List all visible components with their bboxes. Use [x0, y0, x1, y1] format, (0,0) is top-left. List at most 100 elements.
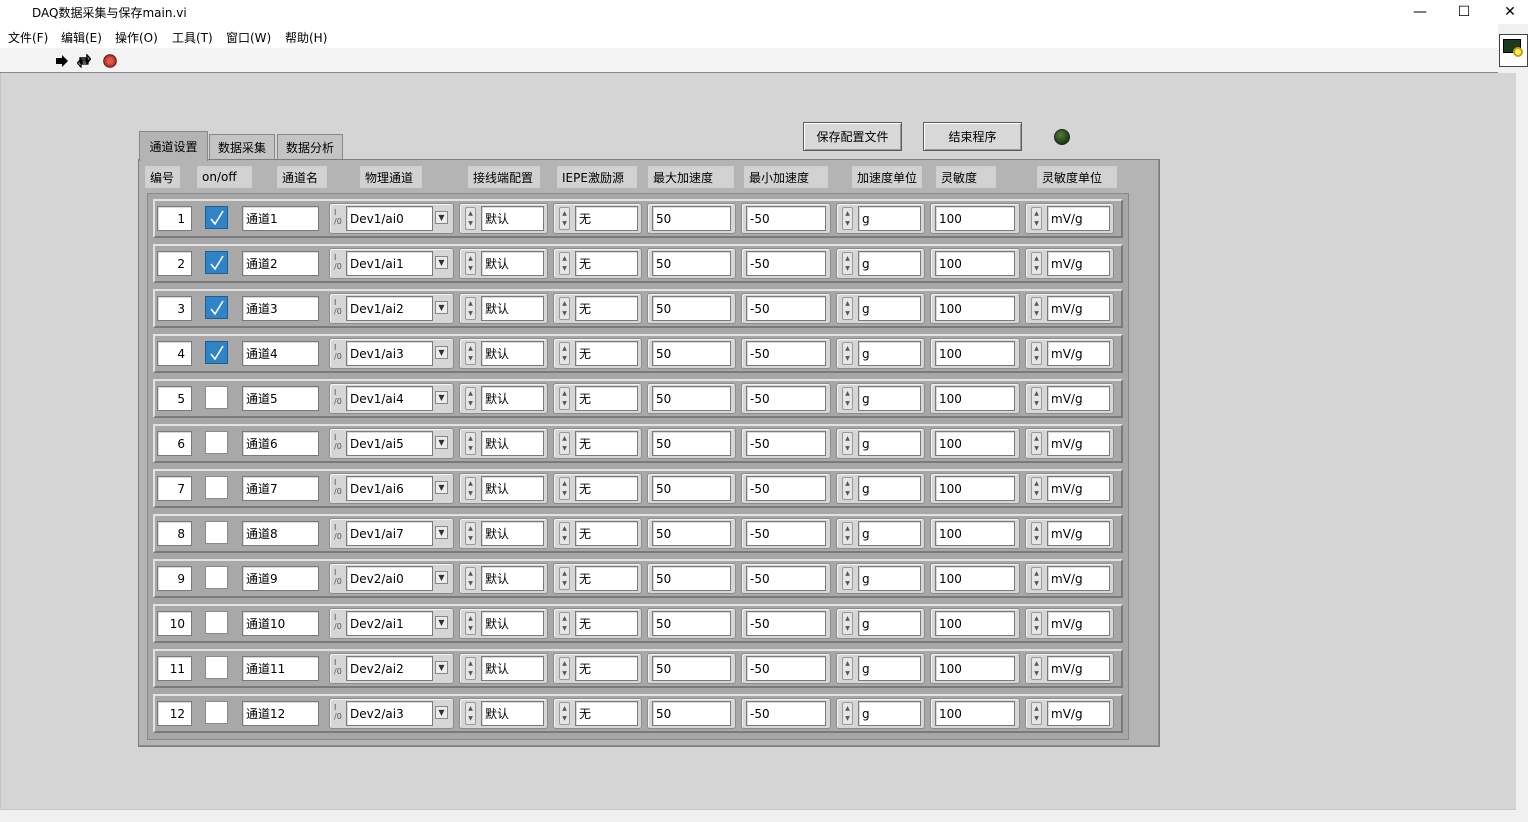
channel-enable-checkbox[interactable] — [205, 656, 228, 679]
channel-name-field[interactable]: 通道10 — [242, 611, 319, 636]
accel-unit-value[interactable]: g — [858, 656, 921, 681]
terminal-config-value[interactable]: 默认 — [481, 656, 544, 681]
accel-unit-value[interactable]: g — [858, 206, 921, 231]
accel-unit-ring[interactable]: ▲ ▼ g — [836, 563, 925, 594]
spin-arrows-icon[interactable]: ▲ ▼ — [1031, 657, 1042, 680]
channel-enable-checkbox[interactable] — [205, 521, 228, 544]
terminal-config-value[interactable]: 默认 — [481, 476, 544, 501]
physical-channel-control[interactable]: I/0 Dev2/ai3 ▼ — [329, 698, 454, 729]
physical-channel-value[interactable]: Dev1/ai5 — [346, 431, 433, 456]
min-accel-control[interactable]: -50 — [741, 653, 831, 684]
terminal-config-ring[interactable]: ▲ ▼ 默认 — [459, 473, 548, 504]
max-accel-control[interactable]: 50 — [647, 608, 736, 639]
min-accel-value[interactable]: -50 — [746, 701, 826, 726]
physical-channel-value[interactable]: Dev1/ai4 — [346, 386, 433, 411]
spin-arrows-icon[interactable]: ▲ ▼ — [465, 252, 476, 275]
physical-channel-value[interactable]: Dev1/ai7 — [346, 521, 433, 546]
chevron-down-icon[interactable]: ▼ — [435, 571, 448, 584]
physical-channel-value[interactable]: Dev1/ai2 — [346, 296, 433, 321]
terminal-config-ring[interactable]: ▲ ▼ 默认 — [459, 608, 548, 639]
physical-channel-value[interactable]: Dev2/ai1 — [346, 611, 433, 636]
sensitivity-unit-ring[interactable]: ▲ ▼ mV/g — [1025, 338, 1114, 369]
sensitivity-value[interactable]: 100 — [935, 701, 1015, 726]
channel-name-field[interactable]: 通道1 — [242, 206, 319, 231]
channel-name-field[interactable]: 通道12 — [242, 701, 319, 726]
sensitivity-unit-value[interactable]: mV/g — [1047, 296, 1110, 321]
channel-enable-checkbox[interactable] — [205, 296, 228, 319]
spin-arrows-icon[interactable]: ▲ ▼ — [842, 342, 853, 365]
physical-channel-control[interactable]: I/0 Dev1/ai0 ▼ — [329, 203, 454, 234]
iepe-source-value[interactable]: 无 — [575, 566, 638, 591]
spin-arrows-icon[interactable]: ▲ ▼ — [465, 207, 476, 230]
channel-name-field[interactable]: 通道6 — [242, 431, 319, 456]
sensitivity-control[interactable]: 100 — [930, 248, 1020, 279]
iepe-source-value[interactable]: 无 — [575, 611, 638, 636]
accel-unit-value[interactable]: g — [858, 431, 921, 456]
channel-enable-checkbox[interactable] — [205, 701, 228, 724]
abort-stop-icon[interactable] — [103, 54, 117, 68]
sensitivity-unit-ring[interactable]: ▲ ▼ mV/g — [1025, 653, 1114, 684]
spin-arrows-icon[interactable]: ▲ ▼ — [465, 297, 476, 320]
physical-channel-control[interactable]: I/0 Dev1/ai4 ▼ — [329, 383, 454, 414]
spin-arrows-icon[interactable]: ▲ ▼ — [842, 567, 853, 590]
spin-arrows-icon[interactable]: ▲ ▼ — [465, 612, 476, 635]
sensitivity-value[interactable]: 100 — [935, 341, 1015, 366]
terminal-config-ring[interactable]: ▲ ▼ 默认 — [459, 338, 548, 369]
sensitivity-control[interactable]: 100 — [930, 338, 1020, 369]
iepe-source-ring[interactable]: ▲ ▼ 无 — [553, 428, 642, 459]
max-accel-control[interactable]: 50 — [647, 518, 736, 549]
min-accel-value[interactable]: -50 — [746, 476, 826, 501]
iepe-source-value[interactable]: 无 — [575, 656, 638, 681]
max-accel-control[interactable]: 50 — [647, 563, 736, 594]
max-accel-value[interactable]: 50 — [652, 251, 731, 276]
iepe-source-ring[interactable]: ▲ ▼ 无 — [553, 563, 642, 594]
physical-channel-control[interactable]: I/0 Dev1/ai5 ▼ — [329, 428, 454, 459]
min-accel-value[interactable]: -50 — [746, 386, 826, 411]
sensitivity-control[interactable]: 100 — [930, 698, 1020, 729]
accel-unit-value[interactable]: g — [858, 476, 921, 501]
spin-arrows-icon[interactable]: ▲ ▼ — [1031, 342, 1042, 365]
vertical-scrollbar[interactable] — [1516, 73, 1528, 822]
accel-unit-ring[interactable]: ▲ ▼ g — [836, 203, 925, 234]
max-accel-control[interactable]: 50 — [647, 383, 736, 414]
terminal-config-ring[interactable]: ▲ ▼ 默认 — [459, 518, 548, 549]
spin-arrows-icon[interactable]: ▲ ▼ — [559, 567, 570, 590]
spin-arrows-icon[interactable]: ▲ ▼ — [842, 297, 853, 320]
iepe-source-ring[interactable]: ▲ ▼ 无 — [553, 203, 642, 234]
chevron-down-icon[interactable]: ▼ — [435, 211, 448, 224]
max-accel-value[interactable]: 50 — [652, 611, 731, 636]
min-accel-value[interactable]: -50 — [746, 566, 826, 591]
accel-unit-ring[interactable]: ▲ ▼ g — [836, 473, 925, 504]
channel-name-field[interactable]: 通道11 — [242, 656, 319, 681]
spin-arrows-icon[interactable]: ▲ ▼ — [559, 477, 570, 500]
sensitivity-unit-ring[interactable]: ▲ ▼ mV/g — [1025, 293, 1114, 324]
physical-channel-control[interactable]: I/0 Dev1/ai2 ▼ — [329, 293, 454, 324]
physical-channel-value[interactable]: Dev2/ai3 — [346, 701, 433, 726]
spin-arrows-icon[interactable]: ▲ ▼ — [559, 297, 570, 320]
iepe-source-value[interactable]: 无 — [575, 701, 638, 726]
terminal-config-value[interactable]: 默认 — [481, 251, 544, 276]
chevron-down-icon[interactable]: ▼ — [435, 661, 448, 674]
terminal-config-value[interactable]: 默认 — [481, 701, 544, 726]
accel-unit-ring[interactable]: ▲ ▼ g — [836, 428, 925, 459]
run-arrow-icon[interactable] — [55, 54, 69, 68]
channel-enable-checkbox[interactable] — [205, 251, 228, 274]
sensitivity-unit-value[interactable]: mV/g — [1047, 431, 1110, 456]
sensitivity-unit-value[interactable]: mV/g — [1047, 476, 1110, 501]
min-accel-value[interactable]: -50 — [746, 611, 826, 636]
sensitivity-value[interactable]: 100 — [935, 521, 1015, 546]
sensitivity-unit-ring[interactable]: ▲ ▼ mV/g — [1025, 698, 1114, 729]
iepe-source-ring[interactable]: ▲ ▼ 无 — [553, 473, 642, 504]
accel-unit-ring[interactable]: ▲ ▼ g — [836, 518, 925, 549]
iepe-source-value[interactable]: 无 — [575, 206, 638, 231]
sensitivity-value[interactable]: 100 — [935, 431, 1015, 456]
spin-arrows-icon[interactable]: ▲ ▼ — [1031, 567, 1042, 590]
close-button[interactable]: ✕ — [1487, 0, 1528, 24]
min-accel-value[interactable]: -50 — [746, 521, 826, 546]
spin-arrows-icon[interactable]: ▲ ▼ — [465, 522, 476, 545]
min-accel-control[interactable]: -50 — [741, 518, 831, 549]
physical-channel-value[interactable]: Dev1/ai0 — [346, 206, 433, 231]
accel-unit-value[interactable]: g — [858, 521, 921, 546]
terminal-config-ring[interactable]: ▲ ▼ 默认 — [459, 293, 548, 324]
accel-unit-ring[interactable]: ▲ ▼ g — [836, 608, 925, 639]
